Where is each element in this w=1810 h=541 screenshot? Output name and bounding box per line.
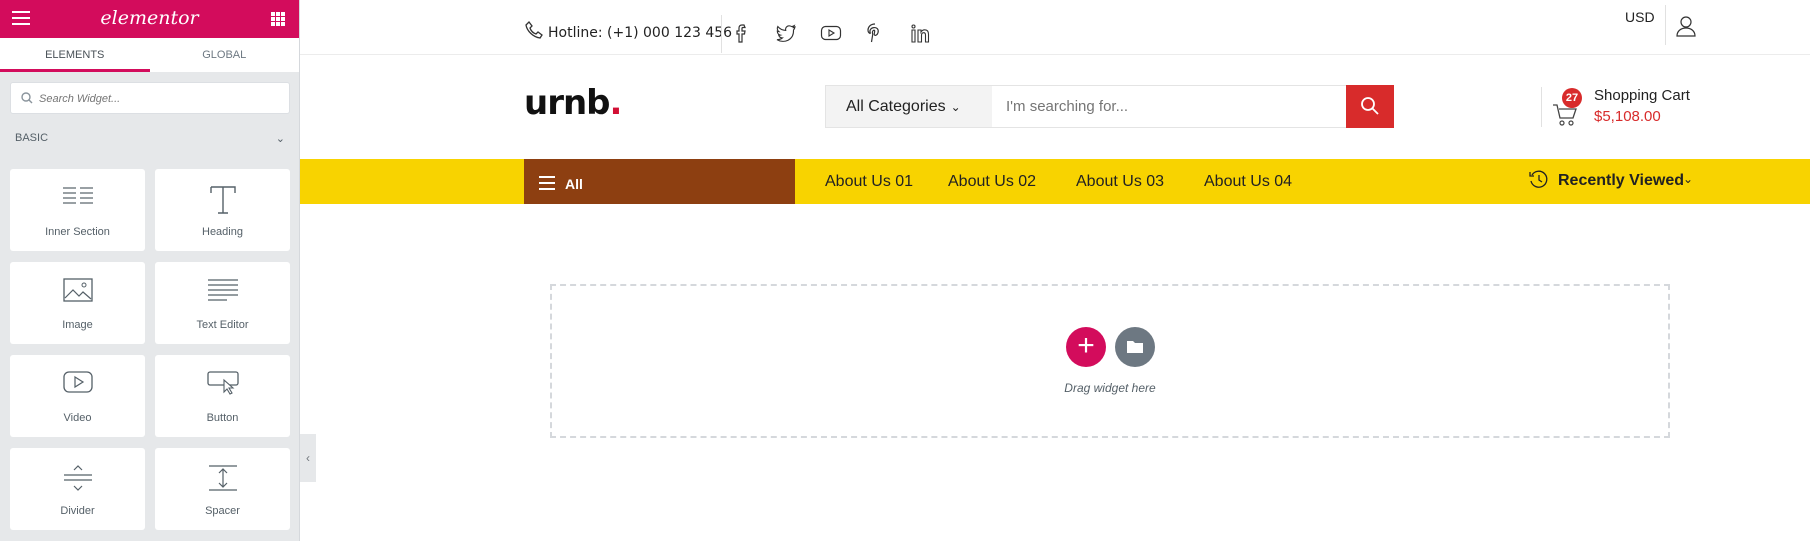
divider [721, 15, 722, 53]
hotline-text: Hotline: (+1) 000 123 456 [548, 25, 733, 41]
elementor-logo: elementor [100, 7, 199, 29]
tab-elements[interactable]: Elements [0, 38, 150, 72]
chevron-down-icon: ⌄ [275, 133, 285, 145]
widget-divider[interactable]: Divider [10, 448, 145, 530]
nav-link-about-us-03[interactable]: About Us 03 [1076, 173, 1164, 191]
main-header: urnb. All Categories ⌄ 27 Shopping Cart $… [300, 55, 1810, 159]
widget-label: Spacer [205, 505, 240, 517]
inner-section-icon [62, 187, 93, 204]
panel-tabs: Elements Global [0, 38, 299, 72]
brand-name: urnb [524, 83, 611, 123]
widget-label: Heading [202, 226, 243, 238]
navigation-bar: All About Us 01 About Us 02 About Us 03 … [300, 159, 1810, 204]
drag-widget-hint: Drag widget here [1064, 381, 1156, 395]
folder-icon [1127, 341, 1143, 353]
cart-title[interactable]: Shopping Cart [1594, 87, 1690, 104]
recently-viewed-label: Recently Viewed [1558, 172, 1684, 189]
text-editor-icon [207, 279, 238, 301]
widget-label: Text Editor [196, 319, 249, 331]
phone-icon [525, 21, 543, 39]
all-categories-button[interactable]: All [524, 159, 795, 204]
all-label: All [565, 176, 583, 192]
search-icon [21, 92, 33, 104]
widget-heading[interactable]: Heading [155, 169, 290, 251]
widget-image[interactable]: Image [10, 262, 145, 344]
button-icon [206, 371, 239, 395]
cart-total: $5,108.00 [1594, 108, 1661, 125]
heading-icon [209, 186, 236, 214]
empty-section-dropzone[interactable]: + Drag widget here [550, 284, 1670, 438]
nav-link-about-us-02[interactable]: About Us 02 [948, 173, 1036, 191]
widget-label: Image [62, 319, 93, 331]
spacer-icon [208, 465, 237, 491]
video-icon [62, 371, 93, 393]
widget-inner-section[interactable]: Inner Section [10, 169, 145, 251]
widget-grid: Inner Section Heading Image Text Editor … [10, 169, 291, 530]
add-template-button[interactable] [1115, 327, 1155, 367]
linkedin-icon[interactable] [909, 22, 931, 44]
category-select-value: All Categories [846, 98, 946, 115]
panel-header: elementor [0, 0, 299, 38]
hamburger-icon [539, 176, 555, 194]
widget-label: Button [206, 412, 239, 424]
widgets-grid-icon[interactable] [271, 12, 285, 26]
widget-search[interactable] [10, 82, 290, 114]
category-basic[interactable]: Basic ⌄ [15, 132, 285, 145]
widget-video[interactable]: Video [10, 355, 145, 437]
brand-logo[interactable]: urnb. [524, 83, 623, 123]
site-preview: Hotline: (+1) 000 123 456 USD urnb. All … [300, 0, 1810, 541]
add-section-button[interactable]: + [1066, 327, 1106, 367]
twitter-icon[interactable] [775, 22, 797, 44]
cart-count-badge: 27 [1562, 88, 1582, 108]
chevron-down-icon: ⌄ [950, 100, 961, 114]
category-label: Basic [15, 132, 49, 144]
search-widget-input[interactable] [39, 89, 279, 109]
nav-link-about-us-04[interactable]: About Us 04 [1204, 173, 1292, 191]
currency-selector[interactable]: USD [1625, 9, 1655, 25]
widget-button[interactable]: Button [155, 355, 290, 437]
nav-link-about-us-01[interactable]: About Us 01 [825, 173, 913, 191]
brand-dot: . [609, 83, 623, 123]
chevron-down-icon: ⌄ [1683, 172, 1694, 186]
divider [1541, 87, 1542, 127]
category-select[interactable]: All Categories ⌄ [825, 85, 993, 128]
image-icon [62, 278, 93, 302]
history-icon [1529, 170, 1548, 188]
divider-icon [63, 465, 92, 491]
widget-label: Divider [60, 505, 95, 517]
widget-spacer[interactable]: Spacer [155, 448, 290, 530]
widget-label: Inner Section [45, 226, 110, 238]
pinterest-icon[interactable] [864, 22, 886, 44]
divider [1665, 5, 1666, 45]
user-icon[interactable] [1675, 15, 1697, 37]
search-button[interactable] [1346, 85, 1394, 128]
search-icon [1361, 97, 1379, 115]
youtube-icon[interactable] [820, 22, 842, 44]
top-bar: Hotline: (+1) 000 123 456 USD [300, 0, 1810, 55]
facebook-icon[interactable] [731, 22, 753, 44]
product-search-input[interactable] [992, 85, 1347, 128]
widget-label: Video [63, 412, 92, 424]
widget-text-editor[interactable]: Text Editor [155, 262, 290, 344]
tab-global[interactable]: Global [150, 38, 300, 72]
elementor-panel: elementor Elements Global Basic ⌄ Inner … [0, 0, 300, 541]
